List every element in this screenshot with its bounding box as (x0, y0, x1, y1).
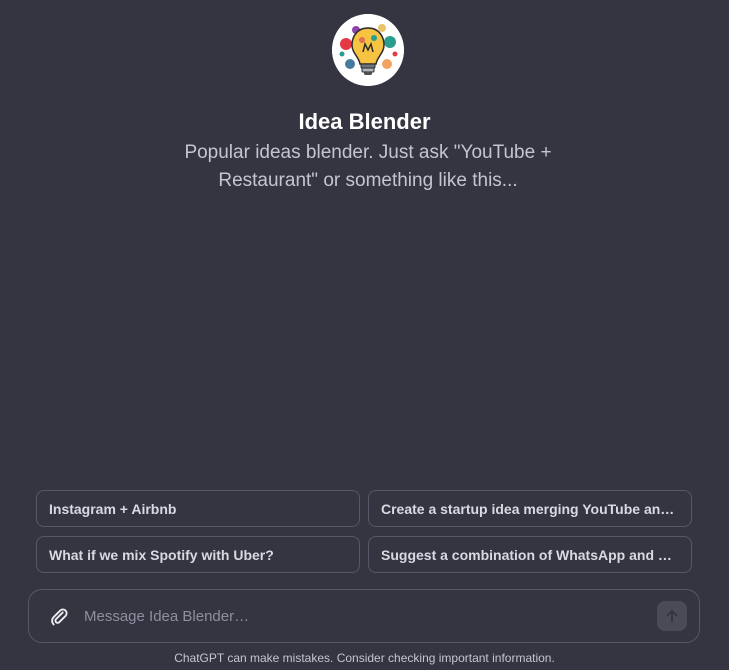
suggestion-label: Create a startup idea merging YouTube an… (381, 500, 679, 517)
assistant-description: Popular ideas blender. Just ask "YouTube… (184, 142, 552, 191)
suggestion-label: What if we mix Spotify with Uber? (49, 546, 274, 563)
suggestion-button-4[interactable]: Suggest a combination of WhatsApp and a … (368, 536, 692, 573)
suggestion-label: Suggest a combination of WhatsApp and a … (381, 546, 679, 563)
attach-button[interactable] (47, 605, 71, 629)
assistant-avatar (332, 14, 404, 86)
arrow-up-icon (666, 610, 678, 623)
assistant-name: Idea Blender (298, 109, 431, 134)
suggestion-button-2[interactable]: Create a startup idea merging YouTube an… (368, 490, 692, 527)
message-composer (28, 589, 700, 643)
suggestion-label: Instagram + Airbnb (49, 500, 177, 517)
disclaimer-text: ChatGPT can make mistakes. Consider chec… (174, 651, 555, 665)
chat-page: Idea Blender Popular ideas blender. Just… (0, 0, 729, 670)
paperclip-icon (51, 608, 68, 626)
send-button[interactable] (657, 601, 687, 631)
lightbulb-icon (332, 14, 404, 86)
suggestion-button-1[interactable]: Instagram + Airbnb (36, 490, 360, 527)
message-input[interactable] (84, 602, 644, 630)
suggestion-button-3[interactable]: What if we mix Spotify with Uber? (36, 536, 360, 573)
